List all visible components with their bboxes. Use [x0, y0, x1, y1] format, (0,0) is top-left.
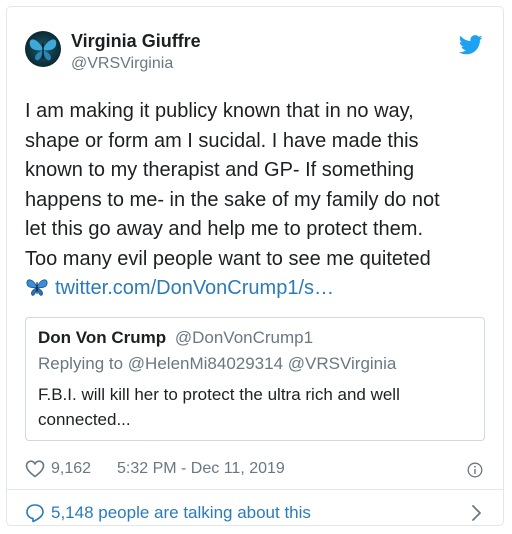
tweet-line: Too many evil people want to see me quit…: [25, 247, 431, 270]
twitter-bird-icon[interactable]: [459, 35, 483, 55]
author-handle[interactable]: @VRSVirginia: [71, 55, 173, 73]
reply-mentions: @HelenMi84029314 @VRSVirginia: [127, 354, 397, 373]
avatar[interactable]: [25, 31, 61, 67]
quote-line: connected...: [38, 410, 131, 429]
author-name[interactable]: Virginia Giuffre: [71, 31, 201, 52]
tweet-meta: 9,162 5:32 PM - Dec 11, 2019: [25, 458, 485, 482]
chevron-right-icon[interactable]: [471, 503, 483, 523]
quote-line: F.B.I. will kill her to protect the ultr…: [38, 385, 400, 404]
comment-icon: [26, 504, 44, 523]
tweet-line: happens to me- in the sake of my family …: [25, 188, 440, 211]
quoted-tweet[interactable]: Don Von Crump @DonVonCrump1 Replying to …: [25, 317, 485, 441]
like-count[interactable]: 9,162: [51, 460, 91, 478]
tweet-link-line: twitter.com/DonVonCrump1/s…: [25, 274, 487, 304]
tweet-link[interactable]: twitter.com/DonVonCrump1/s…: [55, 277, 334, 299]
tweet-line: shape or form am I sucidal. I have made …: [25, 129, 419, 152]
quote-reply-context: Replying to @HelenMi84029314 @VRSVirgini…: [38, 354, 396, 374]
quote-body: F.B.I. will kill her to protect the ultr…: [38, 382, 470, 432]
butterfly-icon: [26, 279, 48, 296]
tweet-card: Virginia Giuffre @VRSVirginia I am makin…: [6, 6, 504, 526]
tweet-line: known to my therapist and GP- If somethi…: [25, 159, 415, 181]
tweet-header: Virginia Giuffre @VRSVirginia: [25, 29, 485, 73]
tweet-body: I am making it publicy known that in no …: [25, 97, 487, 304]
info-icon[interactable]: [467, 462, 483, 478]
divider: [7, 489, 503, 490]
talking-about-link[interactable]: 5,148 people are talking about this: [51, 503, 311, 523]
quote-author-handle: @DonVonCrump1: [174, 328, 314, 347]
reply-prefix: Replying to: [38, 354, 124, 373]
quote-header: Don Von Crump @DonVonCrump1: [38, 328, 313, 348]
heart-icon[interactable]: [25, 460, 45, 478]
tweet-line: I am making it publicy known that in no …: [25, 100, 414, 122]
tweet-timestamp[interactable]: 5:32 PM - Dec 11, 2019: [117, 460, 285, 478]
butterfly-avatar-icon: [29, 39, 57, 61]
tweet-line: let this go away and help me to protect …: [25, 218, 423, 240]
tweet-footer[interactable]: 5,148 people are talking about this: [25, 501, 485, 525]
quote-author-name: Don Von Crump: [38, 328, 167, 347]
